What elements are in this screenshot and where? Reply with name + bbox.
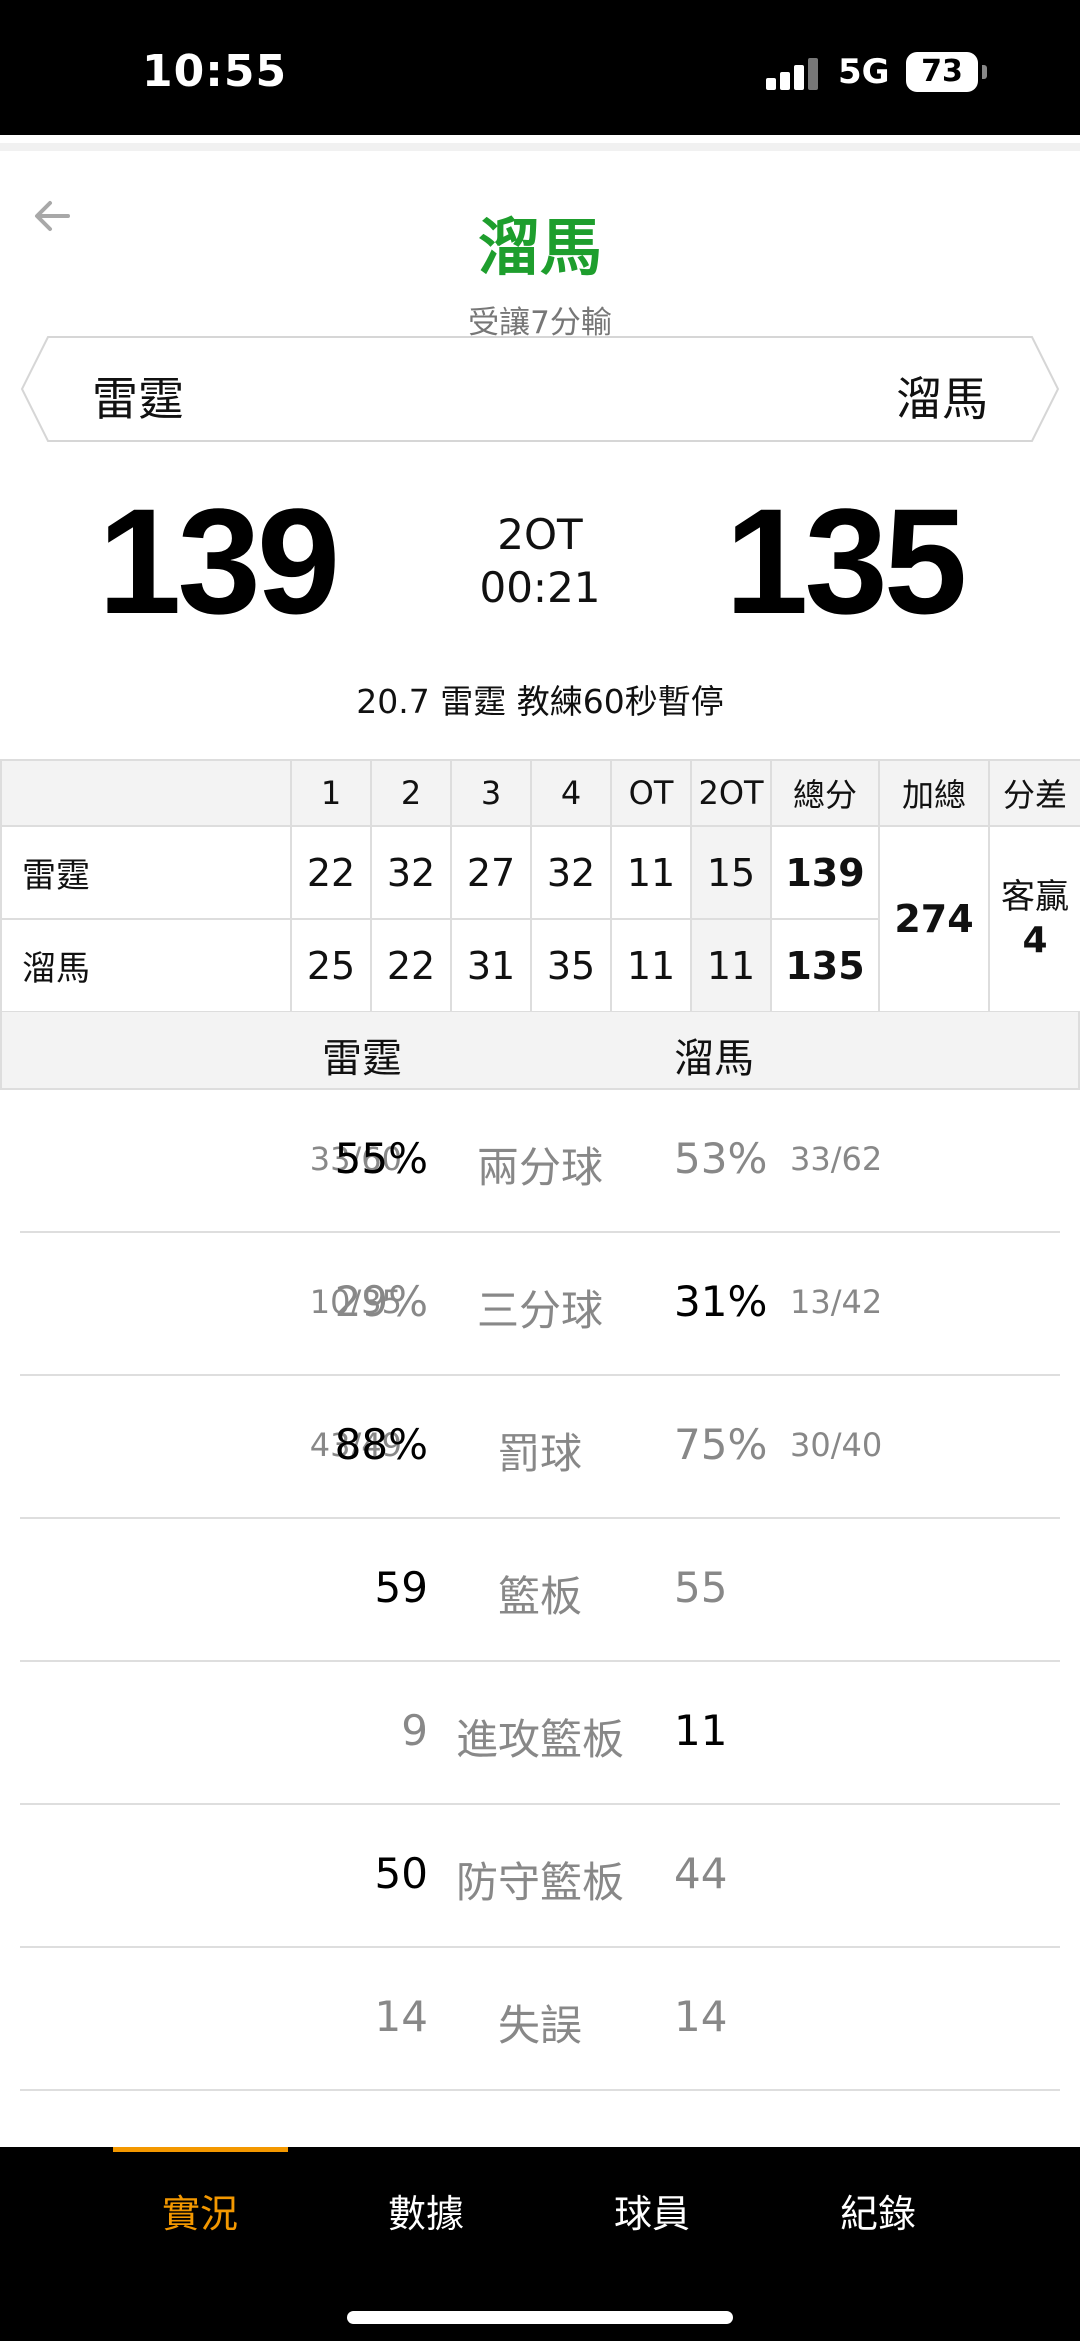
away-stat-value: 44: [674, 1849, 728, 1898]
header-cell: 分差: [988, 759, 1080, 827]
away-attempts: 33/62: [790, 1140, 883, 1178]
away-stat-value: 75%: [674, 1420, 768, 1469]
stat-row: 10/35 29% 三分球 31% 13/42: [20, 1233, 1060, 1376]
box-score-table: 1 2 3 4 OT 2OT 總分 加總 分差 雷霆 22 32 27 32 1…: [0, 759, 1080, 1013]
header-cell: 3: [450, 759, 532, 827]
stats-away-team: 溜馬: [674, 1036, 754, 1082]
stat-row: 50 防守籃板 44: [20, 1805, 1060, 1948]
network-type: 5G: [838, 52, 890, 92]
game-period: 2OT: [497, 510, 583, 559]
tab-stats[interactable]: 數據: [313, 2183, 539, 2238]
home-team-name[interactable]: 雷霆: [92, 363, 184, 429]
away-attempts: 13/42: [790, 1283, 883, 1321]
tab-records[interactable]: 紀錄: [765, 2183, 991, 2238]
away-attempts: 30/40: [790, 1426, 883, 1464]
stat-row: 14 失誤 14: [20, 1948, 1060, 2091]
bottom-tab-bar: 實況 數據 球員 紀錄: [0, 2147, 1080, 2341]
latest-event: 20.7 雷霆 教練60秒暫停: [356, 682, 724, 721]
cellular-signal-icon: [766, 56, 820, 90]
stat-row: 43/49 88% 罰球 75% 30/40: [20, 1376, 1060, 1519]
stat-name: 籃板: [497, 1572, 582, 1621]
quarter-score: 35: [530, 918, 612, 1013]
team-cell: 溜馬: [0, 918, 292, 1013]
total-score: 135: [770, 918, 880, 1013]
battery-icon: 73: [906, 52, 978, 92]
quarter-score: 31: [450, 918, 532, 1013]
winner-title: 溜馬: [477, 211, 602, 284]
away-stat-value: 14: [674, 1992, 728, 2041]
stat-row: 33/60 55% 兩分球 53% 33/62: [20, 1090, 1060, 1233]
active-tab-indicator: [113, 2147, 288, 2152]
battery-tip: [982, 65, 987, 79]
away-stat-value: 55: [674, 1563, 728, 1612]
quarter-score: 25: [290, 918, 372, 1013]
team-stats-header: 雷霆 溜馬: [0, 1012, 1080, 1090]
stat-row: 59 籃板 55: [20, 1519, 1060, 1662]
quarter-score: 22: [290, 825, 372, 920]
header-cell: 2OT: [690, 759, 772, 827]
away-team-name[interactable]: 溜馬: [896, 363, 988, 429]
away-stat-value: 11: [674, 1706, 728, 1755]
tab-live[interactable]: 實況: [87, 2183, 313, 2238]
quarter-score: 22: [370, 918, 452, 1013]
stat-name: 防守籃板: [455, 1858, 624, 1907]
team-cell: 雷霆: [0, 825, 292, 920]
combined-total: 274: [878, 825, 990, 1013]
team-banner: 雷霆 溜馬: [20, 335, 1060, 443]
home-indicator[interactable]: [347, 2311, 733, 2324]
quarter-score: 11: [690, 918, 772, 1013]
stats-home-team: 雷霆: [322, 1036, 402, 1082]
away-score: 135: [725, 477, 967, 645]
total-score: 139: [770, 825, 880, 920]
quarter-score: 11: [610, 918, 692, 1013]
header-cell: [0, 759, 292, 827]
quarter-score: 15: [690, 825, 772, 920]
status-bar: 10:55 5G 73: [0, 0, 1080, 135]
header-cell: 1: [290, 759, 372, 827]
header-cell: 加總: [878, 759, 990, 827]
point-diff: 客贏 4: [988, 825, 1080, 1013]
quarter-score: 32: [530, 825, 612, 920]
diff-label: 客贏: [1001, 877, 1069, 917]
home-score: 139: [98, 477, 340, 645]
header-cell: 4: [530, 759, 612, 827]
header-cell: OT: [610, 759, 692, 827]
top-divider: [0, 143, 1080, 151]
quarter-score: 11: [610, 825, 692, 920]
away-stat-value: 53%: [674, 1134, 768, 1183]
box-score-header: 1 2 3 4 OT 2OT 總分 加總 分差: [0, 759, 1080, 827]
game-clock: 00:21: [479, 563, 601, 612]
away-stat-value: 31%: [674, 1277, 768, 1326]
quarter-score: 32: [370, 825, 452, 920]
diff-value: 4: [1022, 920, 1048, 961]
quarter-score: 27: [450, 825, 532, 920]
header-cell: 2: [370, 759, 452, 827]
table-row: 雷霆 22 32 27 32 11 15 139 274 客贏 4: [0, 825, 1080, 1013]
stat-row: 9 進攻籃板 11: [20, 1662, 1060, 1805]
game-detail-page: 溜馬 受讓7分輸 雷霆 溜馬 139 2OT 00:21 135 20.7 雷霆…: [0, 135, 1080, 2147]
stat-name: 進攻籃板: [455, 1715, 624, 1764]
status-time: 10:55: [142, 46, 288, 97]
stat-name: 失誤: [497, 2001, 582, 2050]
tab-players[interactable]: 球員: [539, 2183, 765, 2238]
header-cell: 總分: [770, 759, 880, 827]
